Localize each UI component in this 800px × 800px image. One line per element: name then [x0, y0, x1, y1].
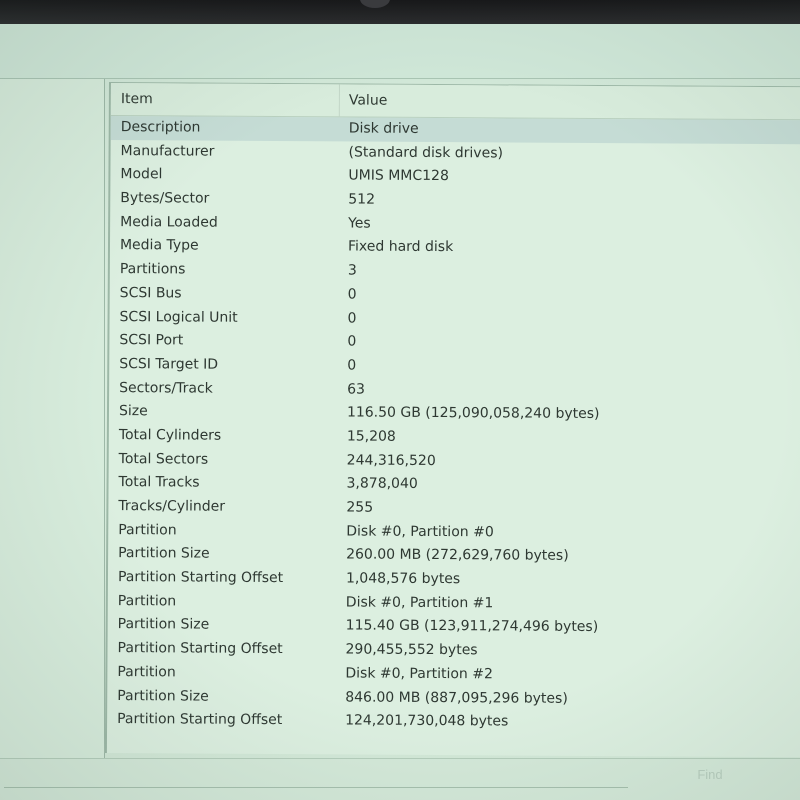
row-value: 124,201,730,048 bytes	[345, 712, 509, 730]
row-item-label: Sectors/Track	[119, 379, 213, 397]
row-item-label: Partition	[117, 663, 176, 681]
row-item-label: Partition Size	[117, 687, 209, 705]
row-value: 512	[348, 191, 376, 208]
row-item-label: SCSI Bus	[119, 284, 182, 302]
row-value: 260.00 MB (272,629,760 bytes)	[346, 546, 569, 565]
column-separator[interactable]	[338, 84, 340, 117]
list-header: Item Value	[110, 83, 800, 121]
row-item-label: SCSI Logical Unit	[119, 308, 238, 326]
find-button[interactable]: Find	[680, 763, 740, 787]
row-value: 0	[347, 333, 357, 350]
category-tree-pane[interactable]	[0, 79, 105, 759]
row-item-label: Manufacturer	[120, 142, 215, 160]
row-item-label: Total Cylinders	[118, 427, 222, 444]
row-value: Disk #0, Partition #1	[345, 594, 494, 612]
row-value: Fixed hard disk	[347, 238, 454, 256]
row-value: 290,455,552 bytes	[345, 641, 478, 659]
row-value: UMIS MMC128	[348, 167, 449, 185]
row-item-label: SCSI Port	[119, 332, 184, 349]
row-value: 1,048,576 bytes	[345, 570, 461, 588]
column-header-value[interactable]: Value	[349, 92, 388, 108]
row-item-label: Model	[120, 166, 163, 183]
row-item-label: Total Sectors	[118, 450, 209, 468]
row-value: 3,878,040	[346, 475, 418, 493]
row-item-label: Size	[118, 403, 148, 420]
row-item-label: Total Tracks	[118, 474, 200, 491]
row-value: 3	[347, 262, 357, 279]
window-top-area	[0, 24, 800, 79]
row-value: 63	[347, 381, 366, 398]
row-item-label: Media Type	[119, 237, 199, 254]
row-value: Disk #0, Partition #0	[346, 523, 494, 541]
row-value: 116.50 GB (125,090,058,240 bytes)	[346, 404, 600, 423]
row-value: 115.40 GB (123,911,274,496 bytes)	[345, 617, 599, 636]
webcam	[360, 0, 390, 8]
column-header-item[interactable]: Item	[121, 91, 153, 107]
row-value: 846.00 MB (887,095,296 bytes)	[345, 688, 568, 707]
find-bar: Find	[0, 758, 800, 800]
row-value: 244,316,520	[346, 452, 436, 469]
row-item-label: Partition Starting Offset	[117, 640, 283, 658]
row-item-label: Partition	[118, 521, 177, 539]
row-value: 0	[347, 357, 357, 374]
row-value: Disk drive	[348, 120, 419, 137]
row-item-label: Partition	[117, 592, 177, 610]
row-value: Disk #0, Partition #2	[345, 665, 493, 683]
row-value: 15,208	[346, 428, 396, 445]
row-item-label: SCSI Target ID	[119, 355, 219, 373]
row-item-label: Partition Starting Offset	[117, 711, 283, 729]
table-row[interactable]: Partition Starting Offset 124,201,730,048…	[107, 708, 800, 736]
details-list-view[interactable]: Item Value Description Disk drive Manufact…	[104, 82, 800, 758]
screen: Item Value Description Disk drive Manufact…	[0, 0, 800, 800]
row-value: Yes	[348, 215, 371, 232]
row-item-label: Bytes/Sector	[120, 190, 210, 207]
row-item-label: Media Loaded	[120, 213, 218, 231]
list-rows: Description Disk drive Manufacturer (Standa…	[107, 116, 800, 736]
row-item-label: Partitions	[119, 261, 186, 278]
laptop-bezel	[0, 0, 800, 24]
row-value: (Standard disk drives)	[348, 144, 504, 162]
row-item-label: Description	[120, 119, 201, 136]
row-item-label: Partition Starting Offset	[117, 569, 284, 587]
row-item-label: Partition Size	[117, 616, 210, 634]
row-item-label: Partition Size	[118, 545, 210, 562]
row-item-label: Tracks/Cylinder	[118, 498, 226, 515]
row-value: 0	[347, 309, 357, 327]
find-input[interactable]	[4, 765, 628, 788]
row-value: 0	[347, 286, 357, 303]
row-value: 255	[346, 499, 374, 516]
